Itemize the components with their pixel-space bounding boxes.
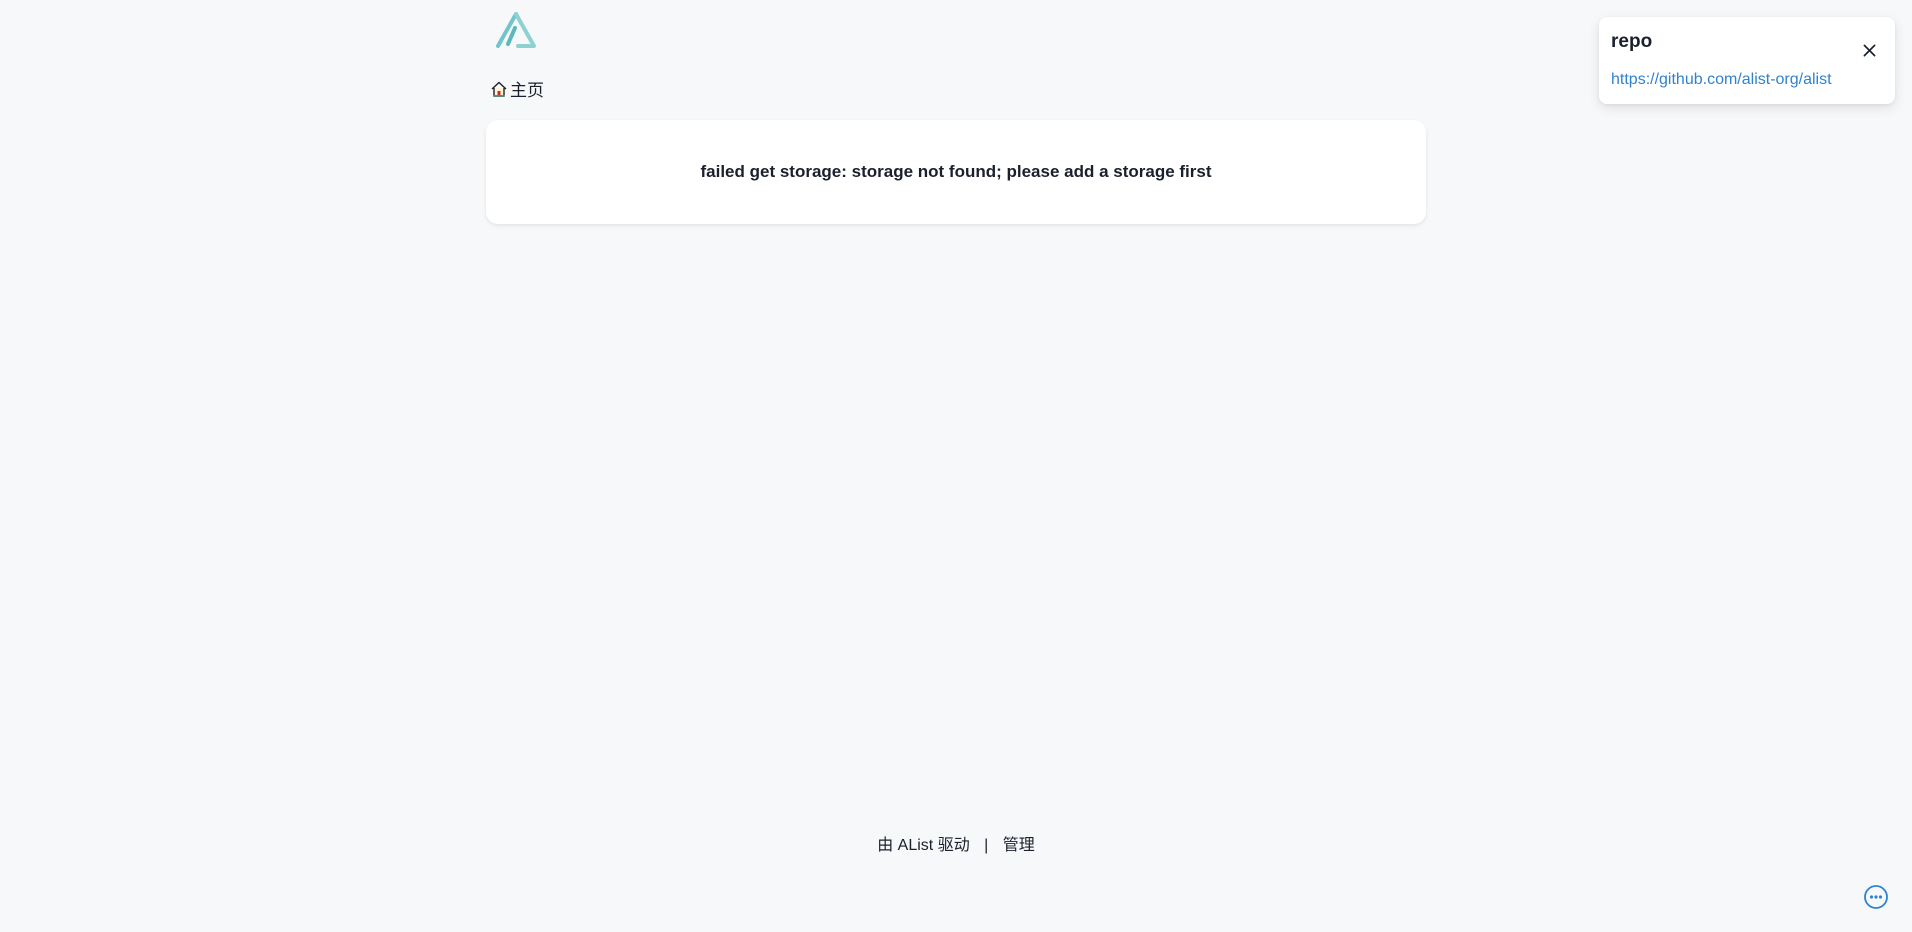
error-message: failed get storage: storage not found; p… — [700, 162, 1212, 181]
error-message-card: failed get storage: storage not found; p… — [486, 120, 1426, 224]
notification-title: repo — [1611, 31, 1653, 52]
alist-link[interactable]: AList — [898, 837, 934, 854]
alist-logo[interactable] — [494, 11, 538, 49]
powered-by-suffix: 驱动 — [933, 837, 970, 854]
repo-link[interactable]: https://github.com/alist-org/alist — [1611, 71, 1832, 89]
breadcrumb[interactable]: 主页 — [490, 76, 544, 101]
notification-toast: repo https://github.com/alist-org/alist — [1599, 17, 1895, 104]
home-icon — [490, 80, 508, 98]
more-icon[interactable] — [1863, 884, 1889, 910]
footer-separator: | — [984, 837, 989, 854]
logo-icon — [496, 12, 536, 48]
footer: 由 AList 驱动 | 管理 — [0, 831, 1912, 855]
breadcrumb-home-label[interactable]: 主页 — [510, 76, 544, 101]
close-icon[interactable] — [1857, 38, 1881, 62]
manage-link[interactable]: 管理 — [1003, 837, 1035, 854]
powered-by-prefix: 由 — [877, 837, 898, 854]
page: 主页 failed get storage: storage not found… — [0, 0, 1912, 932]
